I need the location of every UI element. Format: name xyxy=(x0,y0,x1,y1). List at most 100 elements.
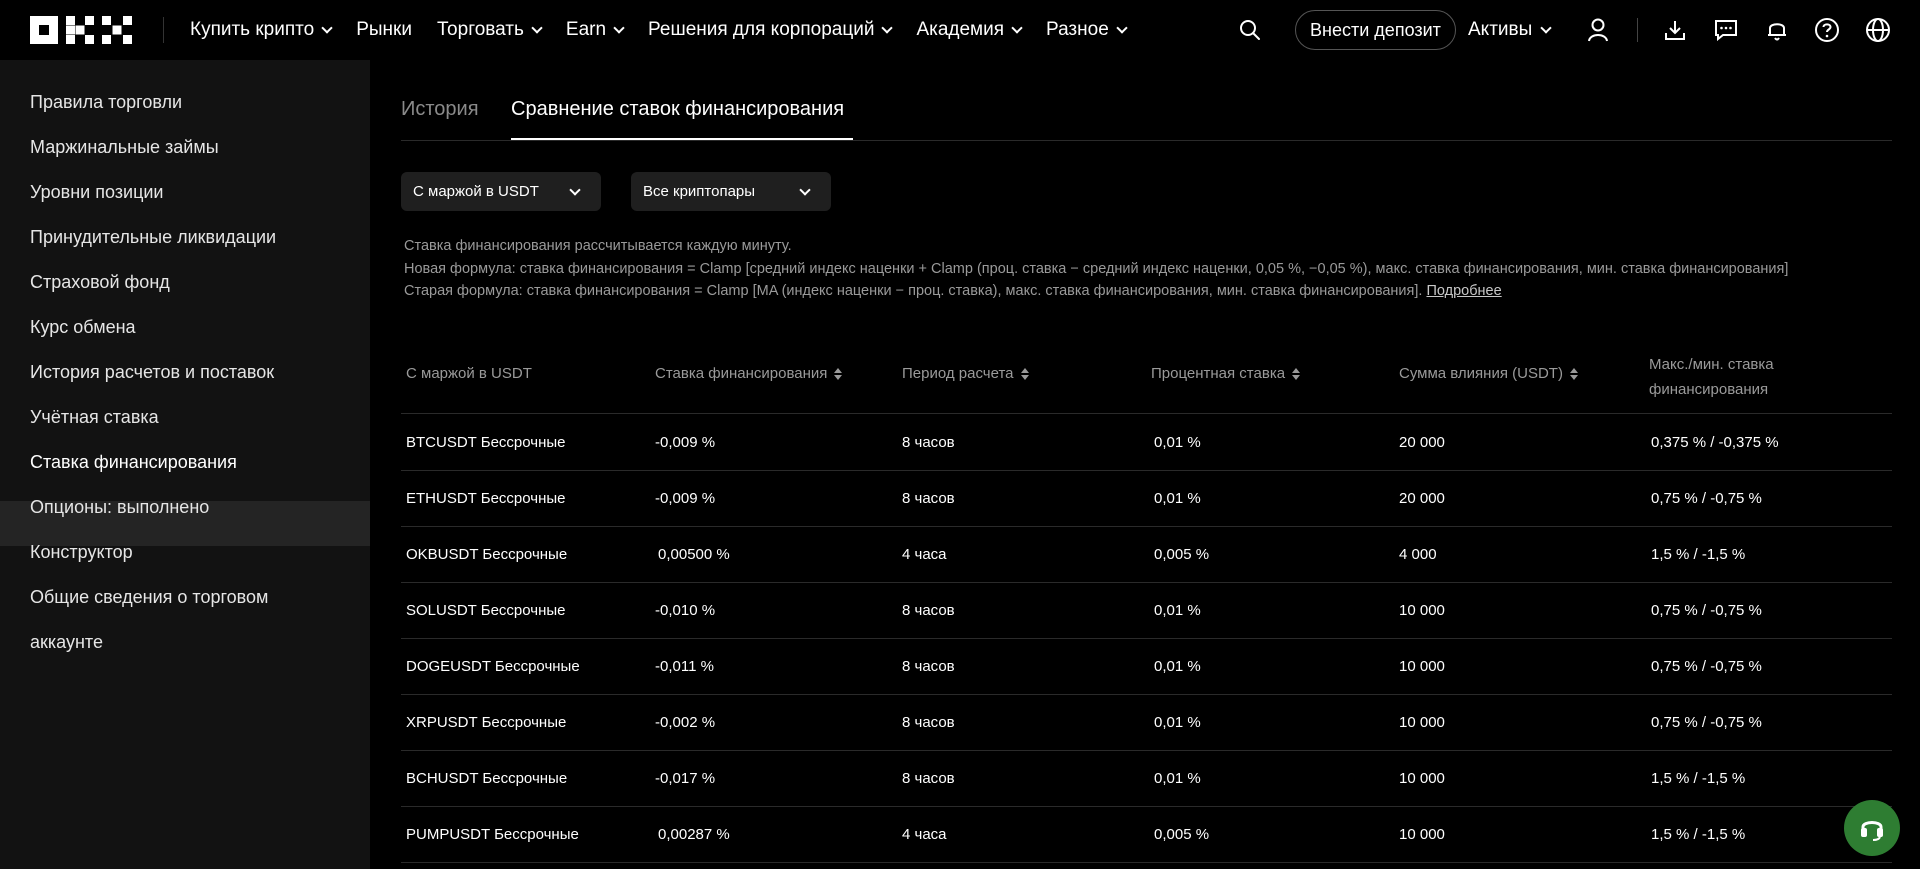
help-icon[interactable] xyxy=(1812,15,1842,45)
headset-icon xyxy=(1861,821,1883,841)
okx-logo[interactable] xyxy=(30,16,132,44)
nav-label: Торговать xyxy=(436,19,524,40)
table-row: ETHUSDT Бессрочные -0,009 % 8 часов 0,01… xyxy=(401,471,1892,527)
sort-icon xyxy=(834,367,843,380)
sort-icon xyxy=(1292,367,1301,380)
nav-label: Решения для корпораций xyxy=(648,19,875,40)
chevron-down-icon xyxy=(881,21,894,34)
pairs-value: Все криптопары xyxy=(643,183,756,200)
cell-pair: ETHUSDT Бессрочные xyxy=(406,490,566,507)
nav-more[interactable]: Разное xyxy=(1046,19,1128,41)
nav-academy[interactable]: Академия xyxy=(916,19,1023,41)
margin-type-select[interactable]: С маржой в USDT xyxy=(401,172,601,211)
deposit-button[interactable]: Внести депозит xyxy=(1295,10,1456,50)
cell-pair: SOLUSDT Бессрочные xyxy=(406,602,566,619)
sidebar-item-options-exercised[interactable]: Опционы: выполнено xyxy=(30,497,209,518)
chat-icon[interactable] xyxy=(1711,15,1741,45)
sidebar-item-trading-rules[interactable]: Правила торговли xyxy=(30,92,182,113)
cell-pair: XRPUSDT Бессрочные xyxy=(406,714,567,731)
cell-interest-rate: 0,01 % xyxy=(1154,490,1201,507)
sidebar-item-margin-loans[interactable]: Маржинальные займы xyxy=(30,137,219,158)
cell-max-min-rate: 0,375 % / -0,375 % xyxy=(1651,434,1779,451)
table-row: PUMPUSDT Бессрочные 0,00287 % 4 часа 0,0… xyxy=(401,807,1892,863)
sidebar-item-builder[interactable]: Конструктор xyxy=(30,542,133,563)
tab-funding-comparison[interactable]: Сравнение ставок финансирования xyxy=(511,98,844,121)
support-chat-button[interactable] xyxy=(1844,800,1900,856)
header-max-min-rate: Макс./мин. ставка финансирования xyxy=(1649,352,1799,402)
main-nav: Купить крипто Рынки Торговать Earn Решен… xyxy=(190,0,1151,60)
header-funding-rate[interactable]: Ставка финансирования xyxy=(655,365,843,382)
user-icon[interactable] xyxy=(1583,15,1613,45)
chevron-down-icon xyxy=(321,21,333,34)
nav-buy-crypto[interactable]: Купить крипто xyxy=(190,19,333,41)
sidebar-item-position-tiers[interactable]: Уровни позиции xyxy=(30,182,164,203)
cell-period: 8 часов xyxy=(902,434,955,451)
nav-label: Earn xyxy=(565,19,607,40)
cell-funding-rate: -0,010 % xyxy=(655,602,716,619)
chevron-down-icon xyxy=(1540,21,1552,34)
header-interest-rate[interactable]: Процентная ставка xyxy=(1151,365,1301,382)
chevron-down-icon xyxy=(1011,21,1023,34)
nav-markets[interactable]: Рынки xyxy=(356,19,412,41)
nav-label: Рынки xyxy=(356,19,412,40)
table-row: XRPUSDT Бессрочные -0,002 % 8 часов 0,01… xyxy=(401,695,1892,751)
cell-pair: BCHUSDT Бессрочные xyxy=(406,770,568,787)
cell-max-min-rate: 0,75 % / -0,75 % xyxy=(1651,602,1762,619)
cell-impact-amount: 20 000 xyxy=(1399,490,1445,507)
sidebar-item-insurance-fund[interactable]: Страховой фонд xyxy=(30,272,170,293)
tab-history[interactable]: История xyxy=(401,98,479,121)
sidebar-item-exchange-rate[interactable]: Курс обмена xyxy=(30,317,136,338)
note-old-formula: Старая формула: ставка финансирования = … xyxy=(404,283,1502,299)
sidebar-item-account-overview-cont[interactable]: аккаунте xyxy=(30,632,103,653)
more-link[interactable]: Подробнее xyxy=(1426,283,1501,299)
assets-label: Активы xyxy=(1468,19,1533,40)
header-period[interactable]: Период расчета xyxy=(902,365,1029,382)
sidebar-item-funding-rate[interactable]: Ставка финансирования xyxy=(30,452,237,473)
table-row: BTCUSDT Бессрочные -0,009 % 8 часов 0,01… xyxy=(401,415,1892,471)
header-max-min-line2: финансирования xyxy=(1649,381,1769,398)
sidebar-item-account-overview[interactable]: Общие сведения о торговом xyxy=(30,587,268,608)
header-interest-rate-label: Процентная ставка xyxy=(1151,365,1286,382)
nav-label: Разное xyxy=(1046,19,1109,40)
cell-interest-rate: 0,005 % xyxy=(1154,546,1210,563)
globe-icon[interactable] xyxy=(1863,15,1893,45)
table-row: SOLUSDT Бессрочные -0,010 % 8 часов 0,01… xyxy=(401,583,1892,639)
cell-period: 8 часов xyxy=(902,602,955,619)
cell-funding-rate: -0,009 % xyxy=(655,434,716,451)
cell-impact-amount: 10 000 xyxy=(1399,658,1445,675)
cell-interest-rate: 0,01 % xyxy=(1154,770,1201,787)
sidebar-item-settlement-history[interactable]: История расчетов и поставок xyxy=(30,362,274,383)
nav-earn[interactable]: Earn xyxy=(565,19,625,41)
table-row: DOGEUSDT Бессрочные -0,011 % 8 часов 0,0… xyxy=(401,639,1892,695)
cell-period: 4 часа xyxy=(902,546,947,563)
sidebar-item-liquidations[interactable]: Принудительные ликвидации xyxy=(30,227,276,248)
cell-funding-rate: -0,009 % xyxy=(655,490,716,507)
header-pair-label: С маржой в USDT xyxy=(406,365,532,382)
top-navigation-bar: Купить крипто Рынки Торговать Earn Решен… xyxy=(0,0,1920,60)
sidebar-item-discount-rate[interactable]: Учётная ставка xyxy=(30,407,159,428)
cell-period: 8 часов xyxy=(902,658,955,675)
note-new-formula: Новая формула: ставка финансирования = C… xyxy=(404,261,1789,277)
logo-divider xyxy=(163,17,164,43)
tab-baseline xyxy=(401,140,1892,141)
toolbar-divider xyxy=(1637,18,1638,42)
cell-pair: BTCUSDT Бессрочные xyxy=(406,434,566,451)
header-impact-amount[interactable]: Сумма влияния (USDT) xyxy=(1399,365,1578,382)
cell-interest-rate: 0,01 % xyxy=(1154,714,1201,731)
bell-icon[interactable] xyxy=(1762,15,1792,45)
cell-impact-amount: 10 000 xyxy=(1399,714,1445,731)
download-icon[interactable] xyxy=(1660,15,1690,45)
nav-label: Купить крипто xyxy=(190,19,315,40)
nav-institutional[interactable]: Решения для корпораций xyxy=(648,19,894,41)
cell-period: 8 часов xyxy=(902,490,955,507)
assets-menu[interactable]: Активы xyxy=(1468,0,1552,60)
cell-funding-rate: 0,00287 % xyxy=(658,826,730,843)
nav-trade[interactable]: Торговать xyxy=(436,19,543,41)
pairs-select[interactable]: Все криптопары xyxy=(631,172,831,211)
cell-max-min-rate: 0,75 % / -0,75 % xyxy=(1651,658,1762,675)
search-icon[interactable] xyxy=(1235,15,1265,45)
chevron-down-icon xyxy=(613,21,625,34)
table-header: С маржой в USDT Ставка финансирования Пе… xyxy=(401,340,1892,414)
header-funding-rate-label: Ставка финансирования xyxy=(655,365,828,382)
sort-icon xyxy=(1569,367,1578,380)
